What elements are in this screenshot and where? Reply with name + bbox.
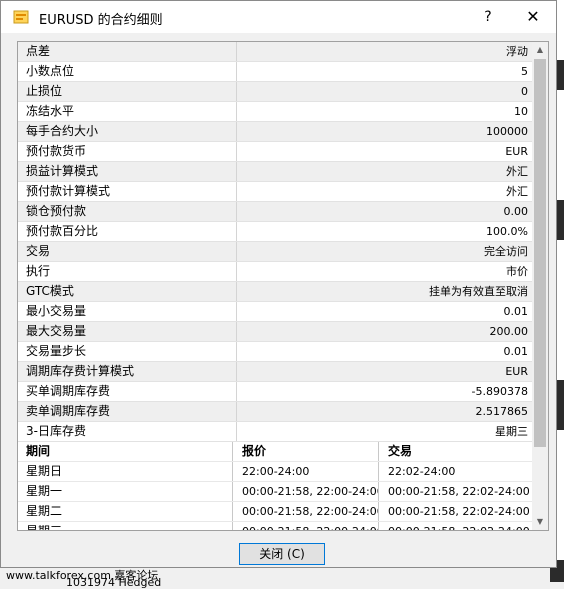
schedule-quotes: 22:00-24:00 bbox=[234, 462, 379, 481]
property-value: 外汇 bbox=[506, 185, 528, 198]
property-row: 执行 市价 bbox=[18, 262, 532, 282]
property-key: 3-日库存费 bbox=[18, 422, 237, 441]
property-row: 预付款计算模式 外汇 bbox=[18, 182, 532, 202]
schedule-row: 星期三 00:00-21:58, 22:00-24:00 00:00-21:58… bbox=[18, 522, 532, 530]
schedule-day: 星期一 bbox=[18, 482, 233, 501]
property-value: EUR bbox=[505, 365, 528, 378]
app-icon bbox=[13, 10, 29, 24]
property-value: 0.00 bbox=[503, 205, 529, 218]
schedule-row: 星期日 22:00-24:00 22:02-24:00 bbox=[18, 462, 532, 482]
property-key: 预付款百分比 bbox=[18, 222, 237, 241]
scroll-down-arrow-icon[interactable]: ▼ bbox=[532, 514, 548, 530]
schedule-trade: 22:02-24:00 bbox=[388, 465, 456, 478]
property-row: 最小交易量 0.01 bbox=[18, 302, 532, 322]
property-key: 锁仓预付款 bbox=[18, 202, 237, 221]
property-key: 预付款货币 bbox=[18, 142, 237, 161]
property-key: 最小交易量 bbox=[18, 302, 237, 321]
property-value: 浮动 bbox=[506, 45, 528, 58]
property-value: 完全访问 bbox=[484, 245, 528, 258]
schedule-quotes: 00:00-21:58, 22:00-24:00 bbox=[234, 502, 379, 521]
scrollbar-thumb[interactable] bbox=[534, 59, 546, 447]
property-row: 调期库存费计算模式 EUR bbox=[18, 362, 532, 382]
properties-list: 点差 浮动 小数点位 5 止损位 0 冻结水平 10 每手合约大小 100000 预付款货… bbox=[17, 41, 549, 531]
property-key: 执行 bbox=[18, 262, 237, 281]
property-row: 每手合约大小 100000 bbox=[18, 122, 532, 142]
property-key: 冻结水平 bbox=[18, 102, 237, 121]
session-schedule-table: 期间 报价 交易 星期日 22:00-24:00 22:02-24:00 星期一… bbox=[18, 442, 532, 530]
column-header-trade[interactable]: 交易 bbox=[380, 442, 532, 461]
property-value: 5 bbox=[521, 65, 528, 78]
property-key: 买单调期库存费 bbox=[18, 382, 237, 401]
property-value: 100.0% bbox=[486, 225, 528, 238]
property-value: 0.01 bbox=[503, 305, 529, 318]
property-value: 外汇 bbox=[506, 165, 528, 178]
property-row: 冻结水平 10 bbox=[18, 102, 532, 122]
property-key: 每手合约大小 bbox=[18, 122, 237, 141]
close-button[interactable]: 关闭 (C) bbox=[239, 543, 325, 565]
property-row: 损益计算模式 外汇 bbox=[18, 162, 532, 182]
property-key: 止损位 bbox=[18, 82, 237, 101]
scroll-up-arrow-icon[interactable]: ▲ bbox=[532, 42, 548, 58]
property-row: 预付款货币 EUR bbox=[18, 142, 532, 162]
close-window-button[interactable]: ✕ bbox=[515, 5, 551, 29]
property-key: 调期库存费计算模式 bbox=[18, 362, 237, 381]
property-value: 100000 bbox=[486, 125, 528, 138]
schedule-quotes: 00:00-21:58, 22:00-24:00 bbox=[234, 482, 379, 501]
property-row: 锁仓预付款 0.00 bbox=[18, 202, 532, 222]
property-row: 小数点位 5 bbox=[18, 62, 532, 82]
property-value: 0.01 bbox=[503, 345, 529, 358]
property-row: 最大交易量 200.00 bbox=[18, 322, 532, 342]
property-key: 交易 bbox=[18, 242, 237, 261]
window-title: EURUSD 的合约细则 bbox=[39, 13, 163, 28]
property-value: 挂单为有效直至取消 bbox=[429, 285, 528, 298]
schedule-row: 星期二 00:00-21:58, 22:00-24:00 00:00-21:58… bbox=[18, 502, 532, 522]
property-value: 2.517865 bbox=[475, 405, 529, 418]
property-row: 买单调期库存费 -5.890378 bbox=[18, 382, 532, 402]
schedule-row: 星期一 00:00-21:58, 22:00-24:00 00:00-21:58… bbox=[18, 482, 532, 502]
schedule-quotes: 00:00-21:58, 22:00-24:00 bbox=[234, 522, 379, 530]
schedule-day: 星期三 bbox=[18, 522, 233, 530]
column-header-period[interactable]: 期间 bbox=[18, 442, 233, 461]
property-key: GTC模式 bbox=[18, 282, 237, 301]
property-row: GTC模式 挂单为有效直至取消 bbox=[18, 282, 532, 302]
column-header-quotes[interactable]: 报价 bbox=[234, 442, 379, 461]
schedule-header-row: 期间 报价 交易 bbox=[18, 442, 532, 462]
property-value: 市价 bbox=[506, 265, 528, 278]
property-value: -5.890378 bbox=[471, 385, 528, 398]
vertical-scrollbar[interactable]: ▲ ▼ bbox=[532, 42, 548, 530]
property-row: 3-日库存费 星期三 bbox=[18, 422, 532, 442]
schedule-trade: 00:00-21:58, 22:02-24:00 bbox=[380, 522, 532, 530]
property-key: 最大交易量 bbox=[18, 322, 237, 341]
property-key: 小数点位 bbox=[18, 62, 237, 81]
property-row: 卖单调期库存费 2.517865 bbox=[18, 402, 532, 422]
background-window-text: 1031974 Hedged bbox=[66, 576, 162, 589]
symbol-properties-dialog: EURUSD 的合约细则 ? ✕ 点差 浮动 小数点位 5 止损位 0 冻结水平 10 … bbox=[0, 0, 557, 568]
property-value: 200.00 bbox=[489, 325, 529, 338]
property-row: 交易 完全访问 bbox=[18, 242, 532, 262]
property-key: 交易量步长 bbox=[18, 342, 237, 361]
property-row: 止损位 0 bbox=[18, 82, 532, 102]
property-row: 预付款百分比 100.0% bbox=[18, 222, 532, 242]
schedule-day: 星期二 bbox=[18, 502, 233, 521]
property-key: 预付款计算模式 bbox=[18, 182, 237, 201]
property-key: 点差 bbox=[18, 42, 237, 61]
property-value: 0 bbox=[521, 85, 528, 98]
property-key: 损益计算模式 bbox=[18, 162, 237, 181]
property-row: 点差 浮动 bbox=[18, 42, 532, 62]
property-value: EUR bbox=[505, 145, 528, 158]
help-button[interactable]: ? bbox=[473, 5, 503, 29]
property-row: 交易量步长 0.01 bbox=[18, 342, 532, 362]
properties-table: 点差 浮动 小数点位 5 止损位 0 冻结水平 10 每手合约大小 100000 预付款货… bbox=[18, 42, 532, 442]
schedule-trade: 00:00-21:58, 22:02-24:00 bbox=[388, 505, 530, 518]
property-value: 10 bbox=[514, 105, 528, 118]
property-key: 卖单调期库存费 bbox=[18, 402, 237, 421]
schedule-trade: 00:00-21:58, 22:02-24:00 bbox=[388, 485, 530, 498]
schedule-day: 星期日 bbox=[18, 462, 233, 481]
property-value: 星期三 bbox=[495, 425, 528, 438]
title-bar: EURUSD 的合约细则 ? ✕ bbox=[1, 1, 556, 33]
